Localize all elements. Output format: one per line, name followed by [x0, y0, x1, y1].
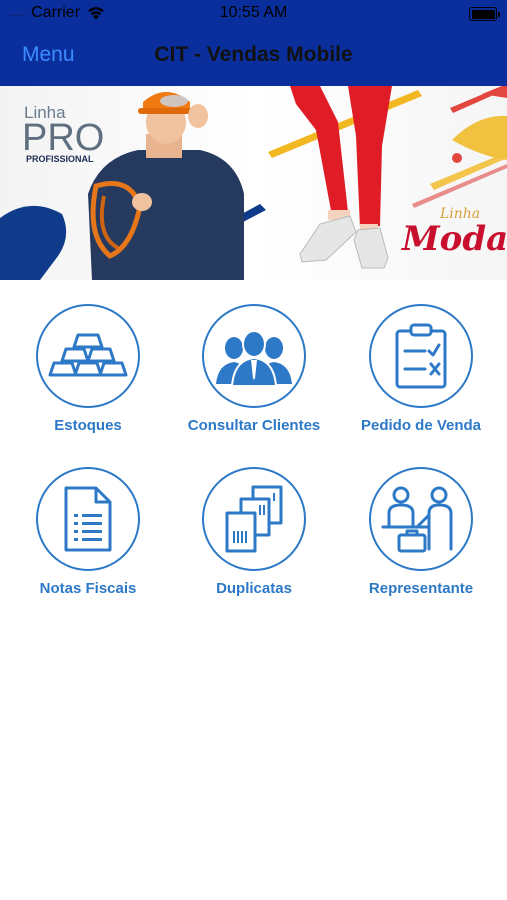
- tile-label-pedido-de-venda: Pedido de Venda: [360, 417, 482, 434]
- pedido-circle: [369, 304, 473, 408]
- clientes-circle: [202, 304, 306, 408]
- duplicatas-circle: [202, 467, 306, 571]
- estoques-circle: [36, 304, 140, 408]
- banner-profissional-text: PROFISSIONAL: [26, 154, 94, 164]
- worker-figure: [88, 92, 244, 280]
- tile-label-notas-fiscais: Notas Fiscais: [39, 580, 137, 597]
- battery-icon: [469, 7, 500, 21]
- model-legs: [290, 86, 392, 269]
- banner-artwork: Linha PRO PROFISSIONAL Linha Moda: [0, 86, 507, 280]
- document-icon: [64, 486, 112, 552]
- clipboard-checklist-icon: [395, 323, 447, 389]
- status-bar: .... Carrier 10:55 AM: [0, 0, 507, 28]
- duplicate-documents-icon: [225, 485, 283, 553]
- navigation-bar: Menu CIT - Vendas Mobile: [0, 28, 507, 86]
- tile-label-duplicatas: Duplicatas: [216, 580, 292, 597]
- tile-consultar-clientes[interactable]: Consultar Clientes: [170, 304, 338, 434]
- tile-label-consultar-clientes: Consultar Clientes: [187, 417, 321, 434]
- page-title: CIT - Vendas Mobile: [154, 43, 353, 66]
- gold-bars-icon: [48, 333, 128, 377]
- tile-estoques[interactable]: Estoques: [4, 304, 172, 434]
- tile-label-estoques: Estoques: [54, 417, 122, 434]
- sales-rep-icon: [381, 486, 453, 553]
- tile-duplicatas[interactable]: Duplicatas: [170, 467, 338, 597]
- status-time: 10:55 AM: [219, 4, 288, 21]
- banner-moda-text: Moda: [401, 219, 507, 259]
- people-group-icon: [216, 330, 292, 386]
- tile-label-representante: Representante: [368, 580, 474, 597]
- banner-pro-text: PRO: [22, 117, 104, 159]
- tile-representante[interactable]: Representante: [337, 467, 505, 597]
- tile-pedido-de-venda[interactable]: Pedido de Venda: [337, 304, 505, 434]
- tile-notas-fiscais[interactable]: Notas Fiscais: [4, 467, 172, 597]
- promo-banner[interactable]: Linha PRO PROFISSIONAL Linha Moda: [0, 86, 507, 280]
- representante-circle: [369, 467, 473, 571]
- notas-circle: [36, 467, 140, 571]
